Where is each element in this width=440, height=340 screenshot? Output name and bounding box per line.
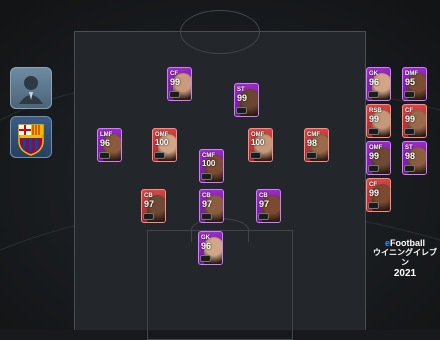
player-rating: 99 <box>170 77 181 87</box>
logo-football: Football <box>390 238 425 248</box>
bench-card[interactable]: GK 96 <box>366 67 391 101</box>
game-logo: eFootball ウイニングイレブン 2021 <box>373 238 437 279</box>
player-rating: 95 <box>405 77 416 87</box>
player-rating: 100 <box>155 138 169 147</box>
formation-card[interactable]: CMF 98 <box>304 128 329 162</box>
player-rating: 97 <box>259 199 270 209</box>
card-badge-icon <box>368 128 379 135</box>
player-rating: 96 <box>201 241 212 251</box>
center-circle <box>180 10 260 54</box>
card-badge-icon <box>143 213 154 220</box>
player-rating: 97 <box>144 199 155 209</box>
formation-card[interactable]: GK 96 <box>198 231 223 265</box>
bench-card[interactable]: CF 99 <box>366 178 391 212</box>
card-badge-icon <box>99 152 110 159</box>
player-rating: 96 <box>100 138 111 148</box>
formation-card[interactable]: OMF 100 <box>152 128 177 162</box>
card-badge-icon <box>201 213 212 220</box>
card-badge-icon <box>258 213 269 220</box>
logo-japanese: ウイニングイレブン <box>373 248 437 267</box>
formation-card[interactable]: OMF 100 <box>248 128 273 162</box>
player-rating: 99 <box>237 93 248 103</box>
manager-card[interactable] <box>10 67 52 109</box>
card-badge-icon <box>368 165 379 172</box>
card-badge-icon <box>236 107 247 114</box>
bench-card[interactable]: CF 99 <box>402 104 427 138</box>
bench-card[interactable]: OMF 99 <box>366 141 391 175</box>
player-rating: 96 <box>369 77 380 87</box>
formation-card[interactable]: CMF 100 <box>199 149 224 183</box>
card-badge-icon <box>169 91 180 98</box>
player-rating: 100 <box>251 138 265 147</box>
manager-silhouette-icon <box>19 76 43 104</box>
card-badge-icon <box>368 202 379 209</box>
card-badge-icon <box>404 128 415 135</box>
formation-card[interactable]: CF 99 <box>167 67 192 101</box>
player-rating: 100 <box>202 159 216 168</box>
card-badge-icon <box>404 91 415 98</box>
formation-card[interactable]: CB 97 <box>199 189 224 223</box>
player-rating: 99 <box>369 114 380 124</box>
card-badge-icon <box>250 152 261 159</box>
formation-card[interactable]: CB 97 <box>141 189 166 223</box>
player-rating: 99 <box>405 114 416 124</box>
formation-card[interactable]: ST 99 <box>234 83 259 117</box>
card-badge-icon <box>201 173 212 180</box>
player-rating: 99 <box>369 151 380 161</box>
card-badge-icon <box>200 255 211 262</box>
club-emblem[interactable] <box>10 116 52 158</box>
bench-card[interactable]: ST 98 <box>402 141 427 175</box>
card-badge-icon <box>404 165 415 172</box>
logo-year: 2021 <box>393 268 417 279</box>
player-rating: 98 <box>405 151 416 161</box>
formation-card[interactable]: LMF 96 <box>97 128 122 162</box>
bench-card[interactable]: DMF 95 <box>402 67 427 101</box>
club-crest-icon <box>18 124 44 156</box>
player-rating: 99 <box>369 188 380 198</box>
formation-card[interactable]: CB 97 <box>256 189 281 223</box>
card-badge-icon <box>306 152 317 159</box>
player-rating: 98 <box>307 138 318 148</box>
bench-card[interactable]: RSB 99 <box>366 104 391 138</box>
card-badge-icon <box>154 152 165 159</box>
card-badge-icon <box>368 91 379 98</box>
player-rating: 97 <box>202 199 213 209</box>
